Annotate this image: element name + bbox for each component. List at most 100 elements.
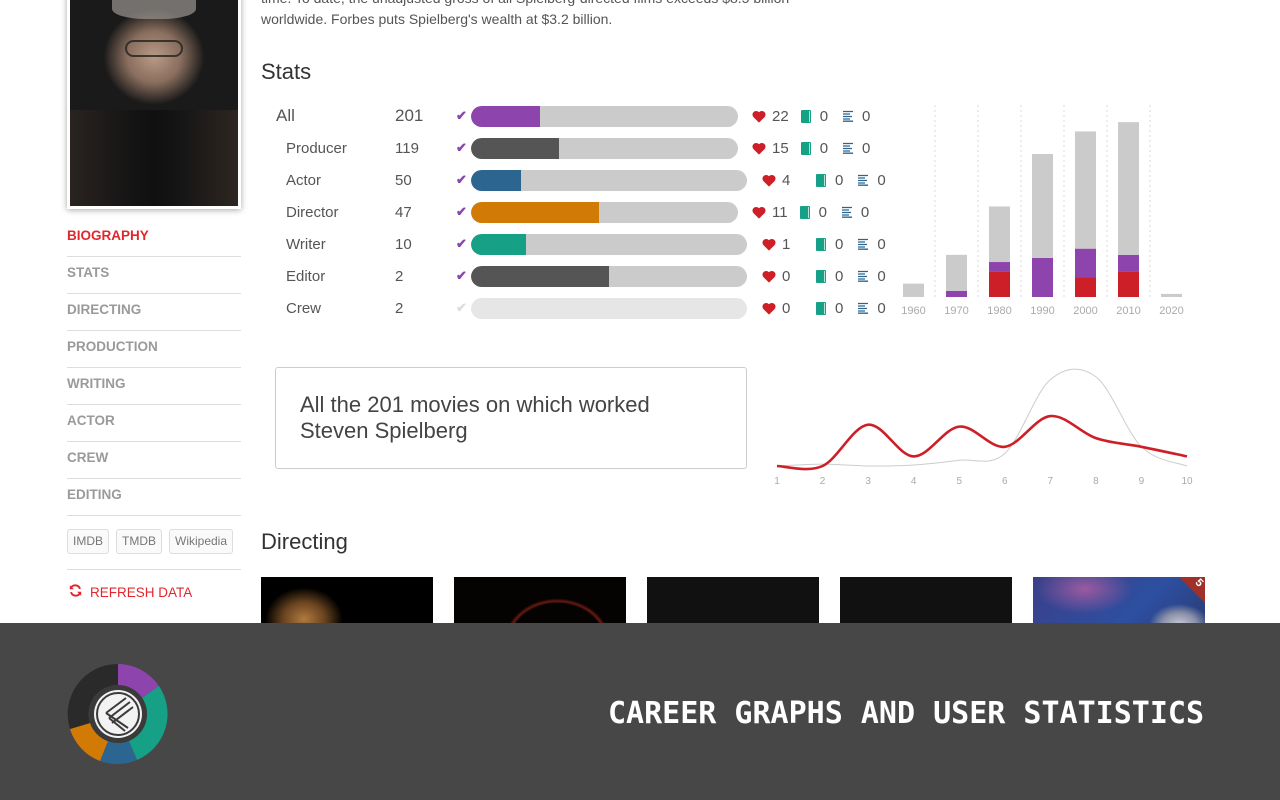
x-tick-label: 5 [956,476,962,487]
likes-count: 1 [782,235,791,253]
stats-row-writer: Writer 10 ✔ 1 0 0 [276,228,896,260]
heart-icon [752,206,766,219]
sidebar-item-directing[interactable]: DIRECTING [67,294,241,331]
bar-2010-purple [1118,254,1139,272]
sidebar-item-writing[interactable]: WRITING [67,368,241,405]
book-icon [816,269,826,283]
books-count: 0 [819,139,829,157]
list-icon [857,302,869,314]
books-count: 0 [835,235,844,253]
checkmark-icon[interactable]: ✔ [456,108,467,124]
list-icon [842,110,854,122]
checkmark-icon[interactable]: ✔ [456,204,467,220]
directing-heading: Directing [261,529,348,554]
role-progress-fill [471,233,527,255]
lists-count: 0 [877,267,886,285]
books-count: 0 [819,107,829,125]
stats-row-producer: Producer 119 ✔ 15 0 0 [276,132,896,164]
role-metrics: 11 0 0 [752,204,869,221]
biography-line-last: worldwide. Forbes puts Spielberg's wealt… [261,11,613,27]
heart-icon [752,142,766,155]
checkmark-icon[interactable]: ✔ [456,172,467,188]
lists-count: 0 [860,203,870,221]
x-tick-label: 4 [911,476,917,487]
sidebar-item-editing[interactable]: EDITING [67,479,241,516]
book-icon [800,141,811,155]
role-label: All [276,106,295,125]
role-metrics: 22 0 0 [752,108,870,125]
books-count: 0 [835,267,844,285]
list-icon [857,270,869,282]
list-icon [841,206,853,218]
book-icon [816,237,826,251]
role-metrics: 0 0 0 [762,300,886,317]
likes-count: 4 [782,171,791,189]
profile-photo [67,0,241,209]
x-tick-label: 1970 [944,305,968,317]
tmdb-link[interactable]: TMDB [116,529,162,554]
checkmark-icon[interactable]: ✔ [456,236,467,252]
role-count: 2 [395,267,404,285]
x-tick-label: 3 [865,476,871,487]
checkmark-icon[interactable]: ✔ [456,300,467,316]
book-icon [816,301,826,315]
lists-count: 0 [877,299,886,317]
sidebar-item-crew[interactable]: CREW [67,442,241,479]
heart-icon [762,174,776,187]
biography-text: time. To date, the unadjusted gross of a… [261,0,861,30]
bar-2020-gray [1161,293,1182,297]
sidebar-nav: BIOGRAPHY STATS DIRECTING PRODUCTION WRITING… [67,220,241,516]
book-icon [816,173,826,187]
x-tick-label: 6 [1002,476,1008,487]
sidebar-item-production[interactable]: PRODUCTION [67,331,241,368]
role-progress-fill [471,105,541,127]
stats-row-editor: Editor 2 ✔ 0 0 0 [276,260,896,292]
book-icon [799,205,810,219]
x-tick-label: 2000 [1073,305,1097,317]
x-tick-label: 1 [774,476,780,487]
stats-heading: Stats [261,59,312,84]
external-links: IMDB TMDB Wikipedia [67,529,234,554]
divider [67,569,241,570]
role-label: Producer [286,139,347,157]
bar-1960-gray [903,283,924,297]
role-count: 119 [395,139,419,157]
movies-summary-text: All the 201 movies on which worked Steve… [300,392,650,443]
refresh-label: REFRESH DATA [90,584,193,600]
stats-row-all: All 201 ✔ 22 0 0 [276,100,896,132]
footer-title: CAREER GRAPHS AND USER STATISTICS [607,696,1204,731]
list-icon [842,142,854,154]
heart-icon [752,110,766,123]
biography-line-partial: time. To date, the unadjusted gross of a… [261,0,861,9]
x-tick-label: 2010 [1116,305,1140,317]
stats-row-director: Director 47 ✔ 11 0 0 [276,196,896,228]
imdb-link[interactable]: IMDB [67,529,109,554]
lists-count: 0 [862,107,871,125]
x-tick-label: 2020 [1159,305,1183,317]
book-icon [800,109,811,123]
list-icon [857,238,869,250]
sidebar-item-actor[interactable]: ACTOR [67,405,241,442]
wikipedia-link[interactable]: Wikipedia [169,529,234,554]
sidebar-item-biography[interactable]: BIOGRAPHY [67,220,241,257]
bar-2010-gray [1118,122,1139,255]
bar-1990-gray [1032,154,1053,258]
bar-2000-purple [1075,248,1096,278]
role-count: 2 [395,299,404,317]
bar-2000-red [1075,277,1096,297]
checkmark-icon[interactable]: ✔ [456,268,467,284]
stats-row-crew: Crew 2 ✔ 0 0 0 [276,292,896,324]
role-progress-bar [471,201,738,223]
heart-icon [762,270,776,283]
books-count: 0 [818,203,827,221]
checkmark-icon[interactable]: ✔ [456,140,467,156]
list-icon [857,174,869,186]
x-tick-label: 1980 [987,305,1011,317]
x-tick-label: 8 [1093,476,1099,487]
sidebar-item-stats[interactable]: STATS [67,257,241,294]
role-count: 47 [395,203,412,221]
refresh-data-button[interactable]: REFRESH DATA [69,584,192,600]
role-label: Actor [286,171,322,189]
role-metrics: 4 0 0 [762,172,886,189]
role-count: 50 [395,171,412,189]
